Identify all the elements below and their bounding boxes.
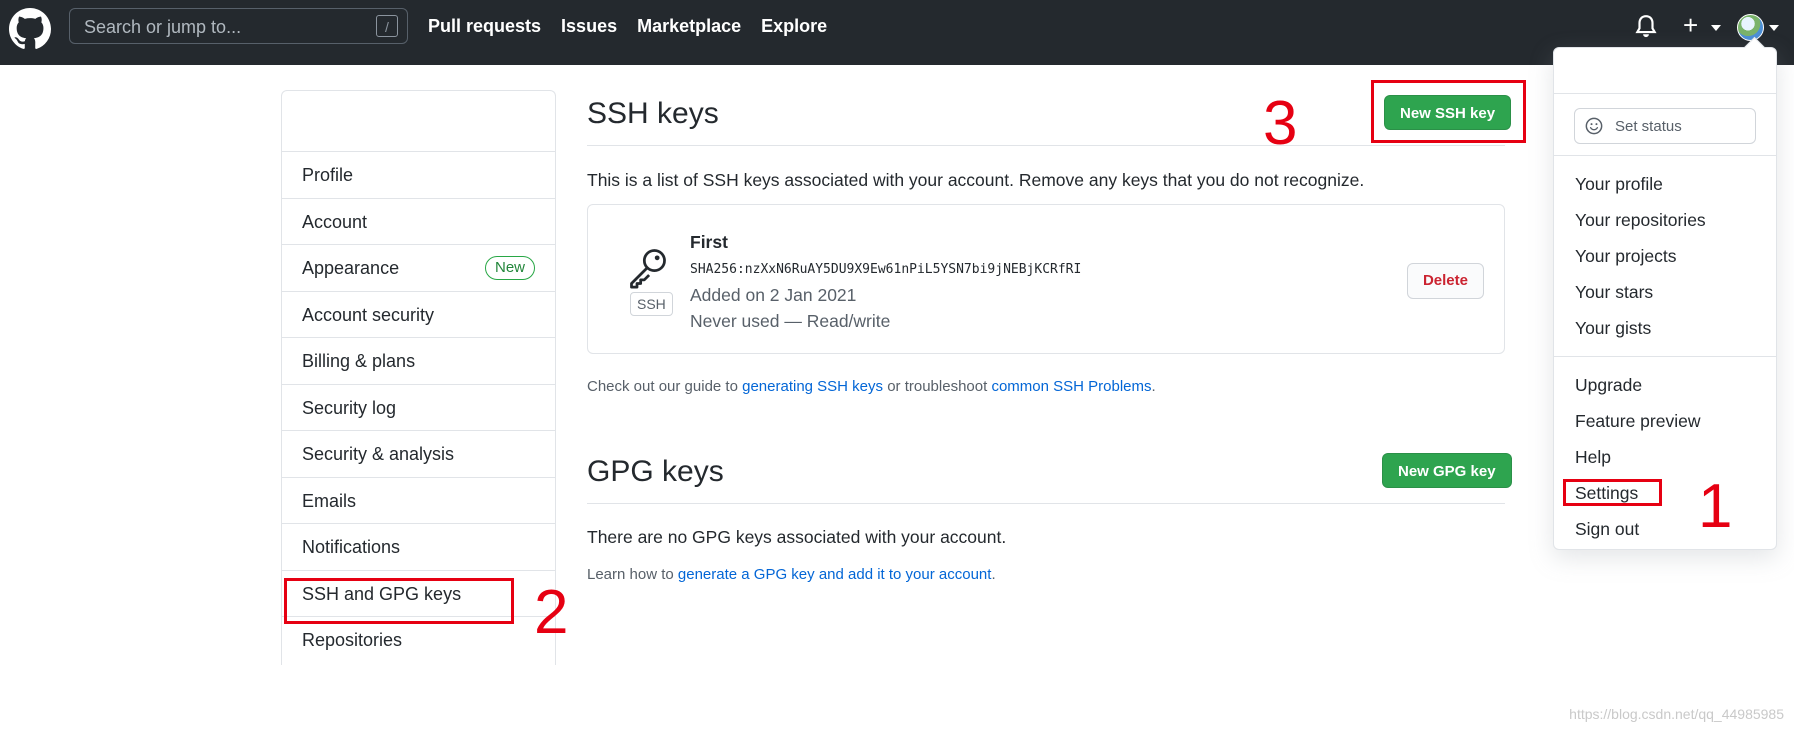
menu-your-stars[interactable]: Your stars (1575, 282, 1653, 303)
chevron-down-icon (1711, 25, 1721, 31)
key-icon (630, 249, 666, 289)
annotation-box-ssh-gpg (284, 578, 514, 624)
search-placeholder: Search or jump to... (84, 17, 242, 37)
ssh-key-item: SSH First SHA256:nzXxN6RuAY5DU9X9Ew61nPi… (587, 204, 1505, 354)
gpg-learn-text: Learn how to generate a GPG key and add … (587, 566, 996, 583)
divider (587, 503, 1505, 504)
generate-gpg-key-link[interactable]: generate a GPG key and add it to your ac… (678, 566, 992, 583)
sidebar-item-emails[interactable]: Emails (282, 478, 555, 524)
top-header: Search or jump to... / Pull requests Iss… (0, 0, 1794, 65)
menu-your-repositories[interactable]: Your repositories (1575, 210, 1706, 231)
sidebar-item-account-security[interactable]: Account security (282, 292, 555, 338)
smiley-icon (1585, 117, 1603, 135)
common-ssh-problems-link[interactable]: common SSH Problems (991, 378, 1151, 395)
set-status-button[interactable]: Set status (1574, 108, 1756, 144)
nav-issues[interactable]: Issues (561, 16, 617, 37)
annotation-box-settings (1563, 479, 1662, 506)
sidebar-item-billing[interactable]: Billing & plans (282, 338, 555, 385)
search-input[interactable]: Search or jump to... / (69, 8, 408, 44)
menu-sign-out[interactable]: Sign out (1575, 519, 1639, 540)
watermark: https://blog.csdn.net/qq_44985985 (1569, 706, 1784, 722)
key-usage: Never used — Read/write (690, 311, 891, 331)
guide-suffix: . (1151, 378, 1156, 395)
sidebar-item-account[interactable]: Account (282, 199, 555, 245)
key-fingerprint: SHA256:nzXxN6RuAY5DU9X9Ew61nPiL5YSN7bi9j… (690, 262, 1082, 277)
global-nav: Pull requests Issues Marketplace Explore (428, 16, 847, 37)
annotation-number-3: 3 (1263, 89, 1298, 158)
sidebar-item-profile[interactable]: Profile (282, 152, 555, 199)
sidebar-item-label: Appearance (302, 258, 400, 278)
user-dropdown-menu: Set status Your profile Your repositorie… (1553, 36, 1777, 550)
avatar[interactable] (1737, 14, 1764, 41)
ssh-description: This is a list of SSH keys associated wi… (587, 170, 1365, 190)
menu-feature-preview[interactable]: Feature preview (1575, 411, 1700, 432)
gpg-empty-text: There are no GPG keys associated with yo… (587, 527, 1007, 547)
divider (1554, 155, 1776, 156)
menu-your-profile[interactable]: Your profile (1575, 174, 1663, 195)
plus-icon[interactable]: + (1683, 10, 1698, 40)
new-gpg-key-button[interactable]: New GPG key (1382, 453, 1512, 488)
nav-pull-requests[interactable]: Pull requests (428, 16, 541, 37)
ssh-type-label: SSH (630, 292, 673, 316)
sidebar-header (282, 91, 555, 152)
ssh-guide-text: Check out our guide to generating SSH ke… (587, 378, 1156, 395)
sidebar-item-notifications[interactable]: Notifications (282, 524, 555, 571)
annotation-number-2: 2 (534, 578, 569, 647)
learn-prefix: Learn how to (587, 566, 678, 583)
menu-your-projects[interactable]: Your projects (1575, 246, 1677, 267)
sidebar-item-security-log[interactable]: Security log (282, 385, 555, 431)
menu-help[interactable]: Help (1575, 447, 1611, 468)
key-added-date: Added on 2 Jan 2021 (690, 285, 857, 305)
divider (1554, 93, 1776, 94)
guide-prefix: Check out our guide to (587, 378, 743, 395)
generating-ssh-keys-link[interactable]: generating SSH keys (742, 378, 883, 395)
ssh-keys-heading: SSH keys (587, 97, 719, 130)
menu-upgrade[interactable]: Upgrade (1575, 375, 1642, 396)
github-logo-icon[interactable] (9, 8, 51, 50)
key-title: First (690, 232, 728, 252)
sidebar-item-security-analysis[interactable]: Security & analysis (282, 431, 555, 478)
bell-icon[interactable] (1634, 14, 1658, 40)
nav-explore[interactable]: Explore (761, 16, 827, 37)
menu-your-gists[interactable]: Your gists (1575, 318, 1651, 339)
annotation-box-new-ssh-key (1371, 80, 1526, 143)
divider (1554, 356, 1776, 357)
sidebar-item-appearance[interactable]: Appearance New (282, 245, 555, 292)
gpg-keys-heading: GPG keys (587, 455, 724, 488)
annotation-number-1: 1 (1698, 472, 1733, 541)
new-badge: New (484, 256, 535, 280)
learn-suffix: . (991, 566, 996, 583)
delete-key-button[interactable]: Delete (1406, 263, 1484, 299)
search-shortcut-key: / (376, 15, 398, 37)
set-status-label: Set status (1615, 118, 1682, 135)
nav-marketplace[interactable]: Marketplace (637, 16, 741, 37)
chevron-down-icon (1769, 25, 1779, 31)
divider (587, 145, 1505, 146)
guide-middle: or troubleshoot (883, 378, 992, 395)
